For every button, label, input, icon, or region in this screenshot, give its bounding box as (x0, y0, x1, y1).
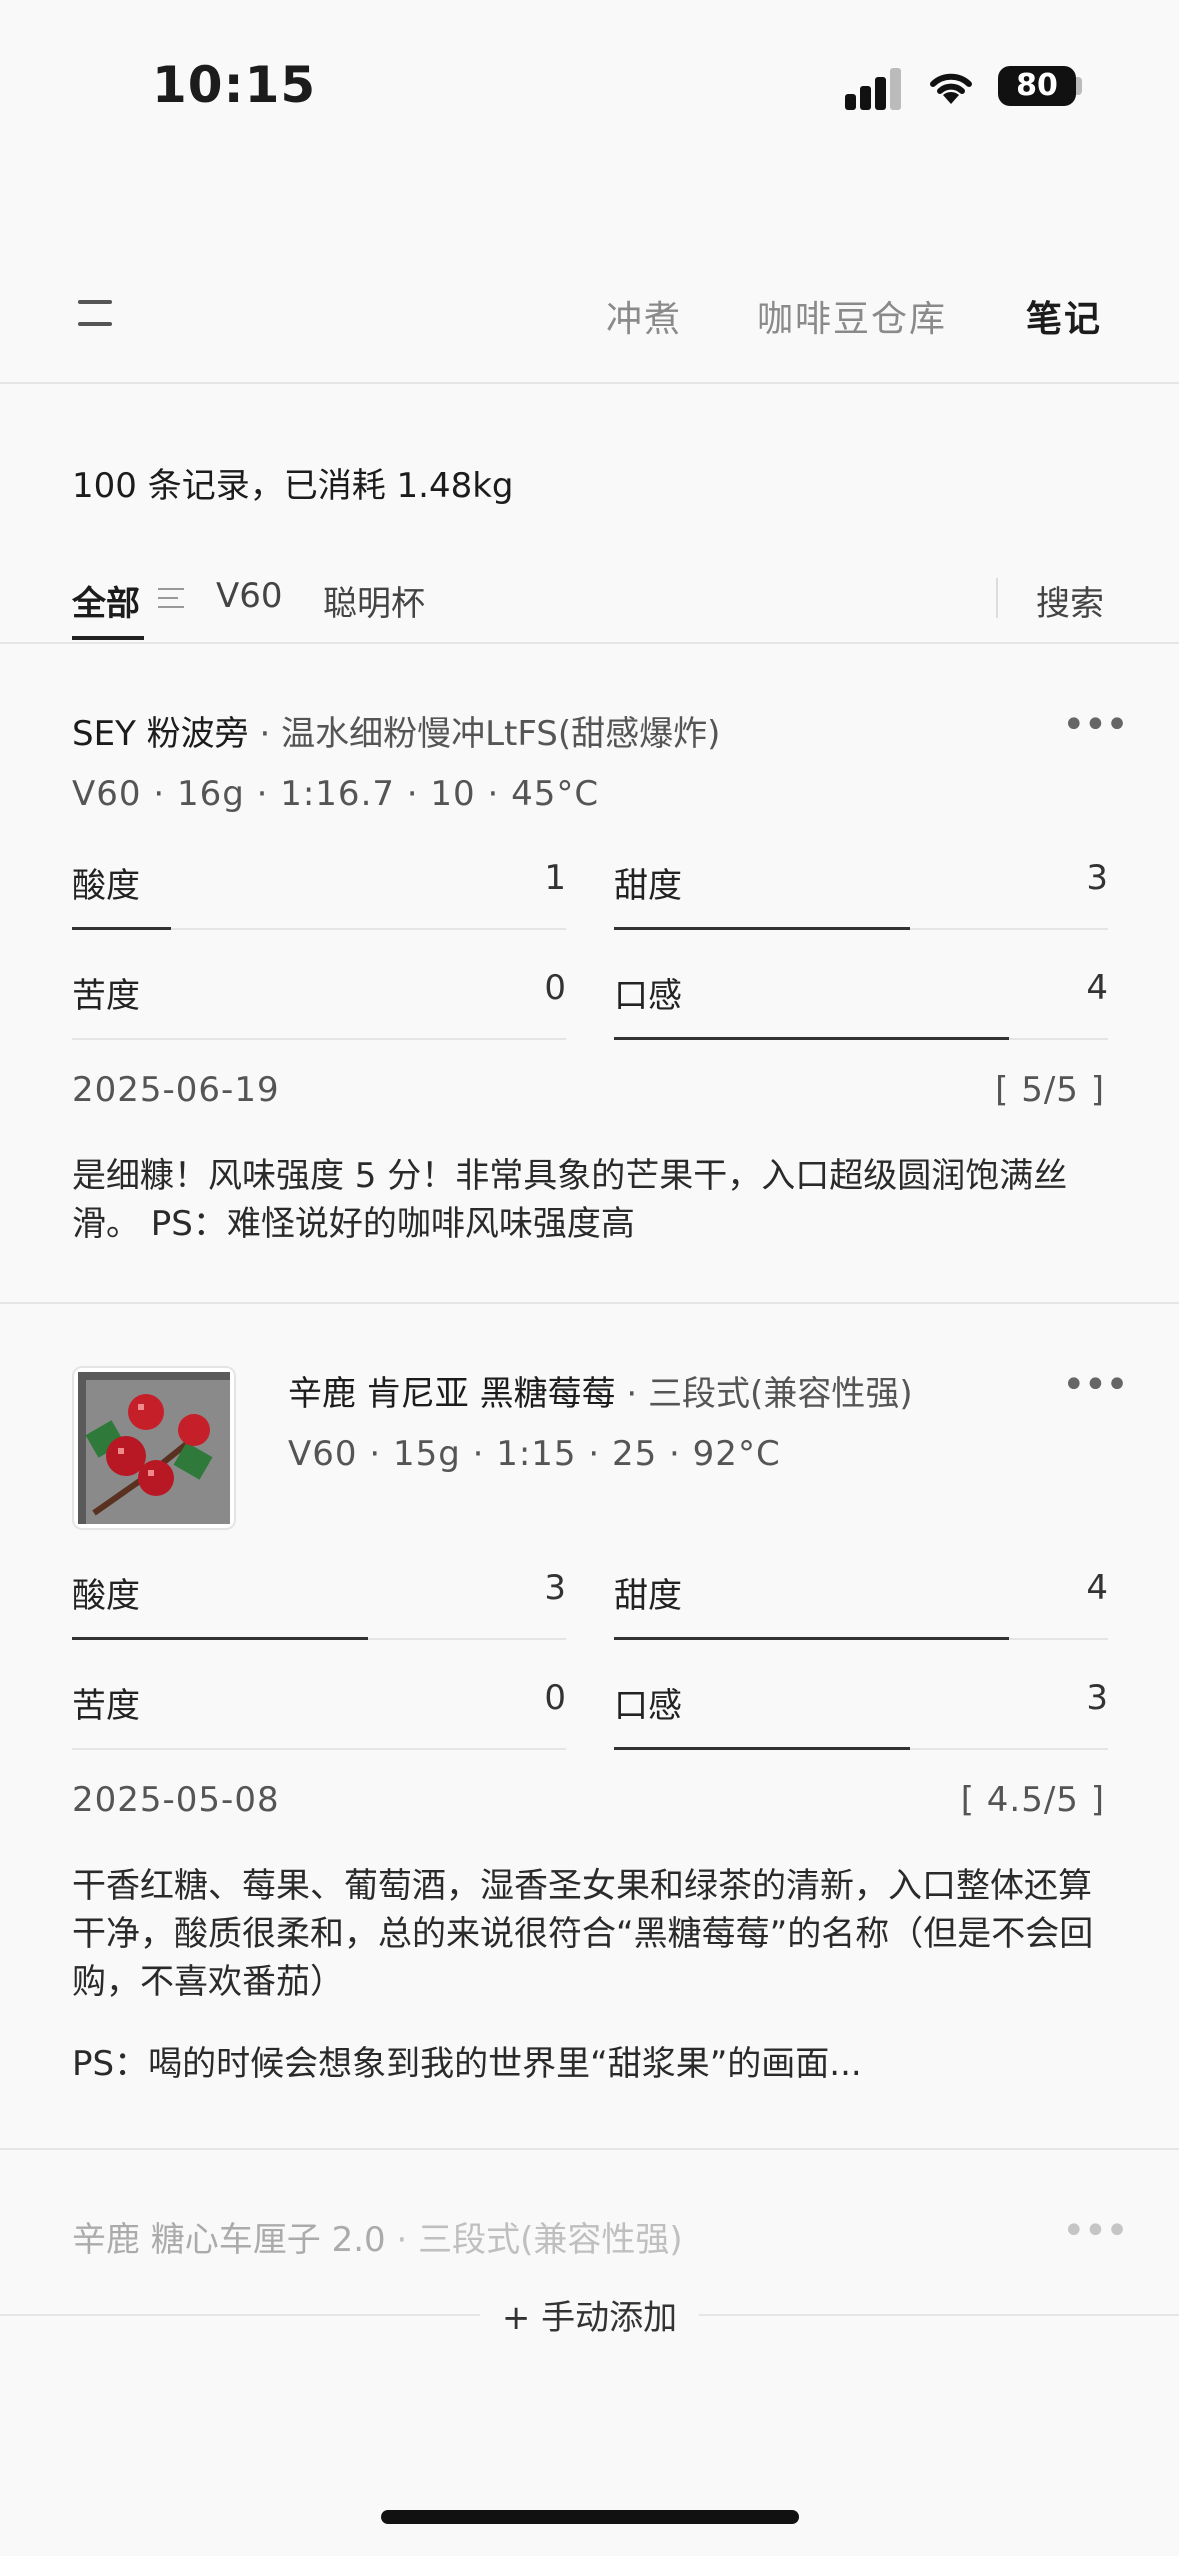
metric-value: 4 (1086, 1568, 1108, 1608)
battery-cap (1076, 77, 1082, 95)
entry-title[interactable]: 辛鹿 肯尼亚 黑糖莓莓 · 三段式(兼容性强) (288, 1366, 913, 1415)
metric-label: 口感 (614, 976, 682, 1016)
metric-value: 1 (544, 858, 566, 898)
entry-rating: [ 4.5/5 ] (960, 1780, 1105, 1820)
entry-divider (0, 2148, 1179, 2150)
metric-acidity: 酸度 3 (72, 1568, 566, 1640)
tab-bean-warehouse[interactable]: 咖啡豆仓库 (757, 290, 947, 342)
sort-icon[interactable] (158, 588, 184, 610)
entry-title[interactable]: SEY 粉波旁 · 温水细粉慢冲LtFS(甜感爆炸) (72, 706, 720, 755)
metric-label: 苦度 (72, 1686, 140, 1726)
tab-notes[interactable]: 笔记 (1026, 290, 1102, 342)
cherry-image (78, 1372, 230, 1524)
metric-bitterness: 苦度 0 (72, 968, 566, 1040)
battery-icon: 80 (998, 66, 1076, 106)
filter-v60[interactable]: V60 (216, 576, 283, 616)
entry-date: 2025-06-19 (72, 1070, 280, 1110)
metric-sweetness: 甜度 4 (614, 1568, 1108, 1640)
brew-params: V60 · 16g · 1:16.7 · 10 · 45°C (72, 774, 600, 814)
metric-label: 酸度 (72, 866, 140, 906)
tab-brew[interactable]: 冲煮 (606, 290, 682, 342)
bean-name: 辛鹿 肯尼亚 黑糖莓莓 (288, 1374, 616, 1414)
metric-value: 0 (544, 968, 566, 1008)
home-indicator (381, 2510, 799, 2524)
brew-method: 三段式(兼容性强) (418, 2220, 683, 2260)
bean-name: 辛鹿 糖心车厘子 2.0 (72, 2220, 386, 2260)
metric-label: 苦度 (72, 976, 140, 1016)
entry-notes-ps: PS：喝的时候会想象到我的世界里“甜浆果”的画面... (72, 2044, 862, 2084)
metric-mouthfeel: 口感 4 (614, 968, 1108, 1040)
wifi-icon (930, 73, 972, 104)
metric-label: 口感 (614, 1686, 682, 1726)
metric-label: 甜度 (614, 866, 682, 906)
brew-params: V60 · 15g · 1:15 · 25 · 92°C (288, 1434, 781, 1474)
more-options-icon[interactable]: ••• (1062, 2208, 1129, 2254)
entry-rating: [ 5/5 ] (995, 1070, 1105, 1110)
entry-divider (0, 1302, 1179, 1304)
metric-label: 甜度 (614, 1576, 682, 1616)
metric-sweetness: 甜度 3 (614, 858, 1108, 930)
filter-separator (996, 578, 998, 618)
menu-icon[interactable] (78, 300, 112, 330)
filter-active-underline (72, 636, 144, 640)
metric-value: 3 (1086, 858, 1108, 898)
entry-notes: 干香红糖、莓果、葡萄酒，湿香圣女果和绿茶的清新，入口整体还算干净，酸质很柔和，总… (72, 1866, 1094, 2002)
bean-thumbnail[interactable] (72, 1366, 236, 1530)
brew-method: 三段式(兼容性强) (648, 1374, 913, 1414)
search-button[interactable]: 搜索 (1036, 576, 1104, 625)
filter-divider (0, 642, 1179, 644)
metric-label: 酸度 (72, 1576, 140, 1616)
records-summary: 100 条记录，已消耗 1.48kg (72, 466, 514, 506)
entry-notes: 是细糠！风味强度 5 分！非常具象的芒果干，入口超级圆润饱满丝滑。 PS：难怪说… (72, 1156, 1068, 1244)
metric-value: 3 (544, 1568, 566, 1608)
manual-add-button[interactable]: + 手动添加 (480, 2290, 699, 2340)
nav-divider (0, 382, 1179, 384)
filter-all[interactable]: 全部 (72, 576, 140, 625)
brew-method: 温水细粉慢冲LtFS(甜感爆炸) (281, 714, 721, 754)
metric-value: 3 (1086, 1678, 1108, 1718)
entry-title[interactable]: 辛鹿 糖心车厘子 2.0 · 三段式(兼容性强) (72, 2212, 683, 2261)
filter-clever-dripper[interactable]: 聪明杯 (323, 576, 425, 625)
metric-value: 4 (1086, 968, 1108, 1008)
status-time: 10:15 (152, 56, 317, 114)
entry-date: 2025-05-08 (72, 1780, 280, 1820)
metric-acidity: 酸度 1 (72, 858, 566, 930)
metric-mouthfeel: 口感 3 (614, 1678, 1108, 1750)
more-options-icon[interactable]: ••• (1062, 702, 1129, 748)
metric-bitterness: 苦度 0 (72, 1678, 566, 1750)
cellular-signal-icon (845, 66, 905, 110)
bean-name: SEY 粉波旁 (72, 714, 249, 754)
metric-value: 0 (544, 1678, 566, 1718)
more-options-icon[interactable]: ••• (1062, 1362, 1129, 1408)
